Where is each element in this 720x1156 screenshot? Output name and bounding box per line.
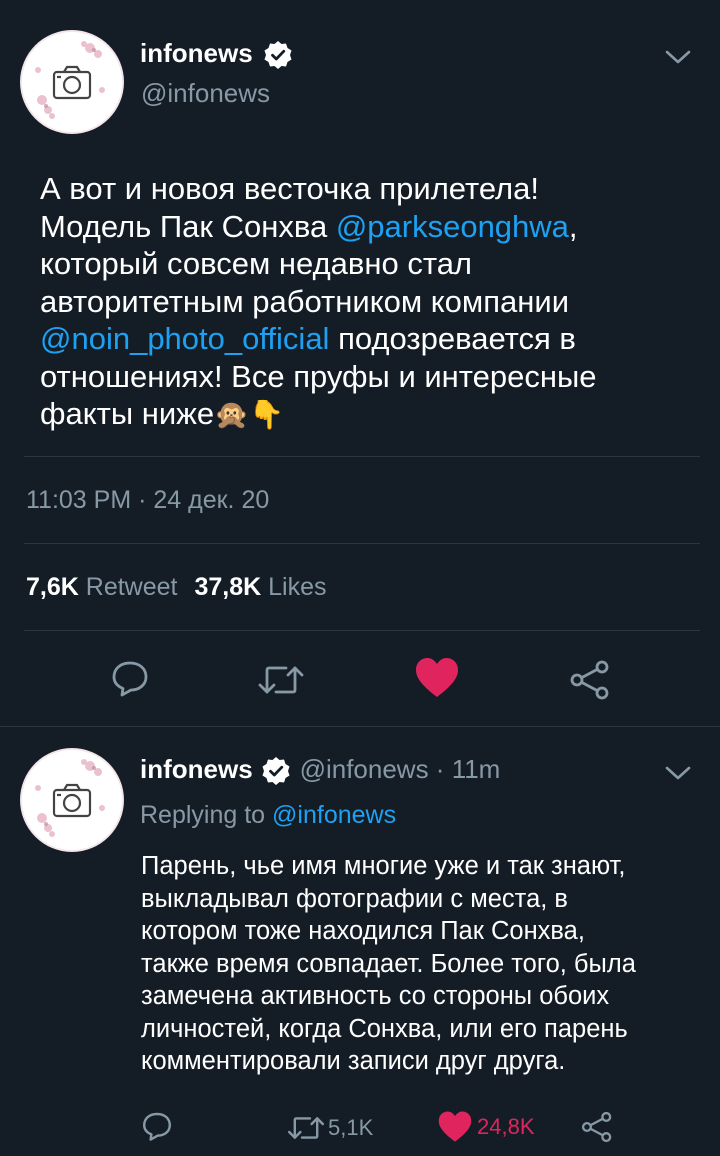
retweet-icon bbox=[258, 666, 304, 694]
reply-line: личностей, когда Сонхва, или его парень bbox=[141, 1014, 628, 1043]
tweet-line: Модель Пак Сонхва @parkseonghwa, bbox=[40, 208, 690, 246]
tweet-line: отношениях! Все пруфы и интересные bbox=[40, 358, 597, 394]
chevron-down-icon[interactable] bbox=[664, 48, 692, 71]
divider bbox=[24, 630, 700, 631]
tweet-line: факты ниже🙊👇 bbox=[40, 395, 690, 433]
author-block: infonews bbox=[140, 38, 293, 75]
heart-icon bbox=[438, 1111, 472, 1142]
reply-author-block: infonews @infonews · 11m bbox=[140, 754, 500, 791]
divider bbox=[0, 726, 720, 727]
share-button[interactable] bbox=[580, 1110, 614, 1144]
engagement-stats: 7,6K Retweet 37,8K Likes bbox=[26, 573, 326, 602]
like-button[interactable] bbox=[414, 656, 460, 700]
divider bbox=[24, 543, 700, 544]
share-icon bbox=[581, 1111, 612, 1143]
like-label[interactable]: Likes bbox=[268, 573, 326, 601]
tweet-line: авторитетным работником компании bbox=[40, 283, 570, 319]
chevron-down-icon[interactable] bbox=[664, 764, 692, 787]
tweet-line: А вот и новоя весточка прилетела! bbox=[40, 171, 539, 206]
tweet-timestamp[interactable]: 11:03 PM · 24 дек. 20 bbox=[26, 486, 269, 515]
like-count: 24,8K bbox=[477, 1114, 535, 1139]
retweet-icon bbox=[288, 1117, 324, 1139]
like-button[interactable]: 24,8K bbox=[437, 1110, 535, 1144]
retweet-button[interactable] bbox=[256, 660, 306, 700]
avatar[interactable] bbox=[20, 30, 124, 134]
retweet-count[interactable]: 7,6K bbox=[26, 573, 79, 601]
mention-link[interactable]: @parkseonghwa bbox=[336, 209, 569, 244]
reply-handle-time[interactable]: @infonews · 11m bbox=[300, 754, 501, 784]
reply-line: замечена активность со стороны обоих bbox=[141, 982, 610, 1010]
retweet-label[interactable]: Retweet bbox=[86, 573, 178, 601]
author-name[interactable]: infonews bbox=[140, 38, 253, 68]
retweet-button[interactable]: 5,1K bbox=[286, 1112, 373, 1144]
author-handle[interactable]: @infonews bbox=[141, 78, 270, 109]
pointing-down-emoji: 👇 bbox=[249, 399, 284, 430]
monkey-emoji: 🙊 bbox=[214, 399, 250, 430]
tweet-line: который совсем недавно стал bbox=[40, 246, 473, 281]
reply-text: Парень, чье имя многие уже и так знают, … bbox=[141, 850, 706, 1078]
reply-line: котором тоже находился Пак Сонхва, bbox=[141, 917, 585, 945]
replying-to-handle[interactable]: @infonews bbox=[272, 801, 396, 829]
reply-line: выкладывал фотографии с места, в bbox=[141, 884, 568, 913]
reply-line: комментировали записи друг друга. bbox=[141, 1047, 566, 1075]
reply-button[interactable] bbox=[141, 1110, 173, 1142]
verified-badge-icon bbox=[263, 40, 293, 75]
heart-icon bbox=[416, 658, 458, 697]
reply-line: Парень, чье имя многие уже и так знают, bbox=[141, 852, 626, 880]
tweet-text-segment: подозревается в bbox=[329, 321, 576, 356]
reply-icon bbox=[143, 1112, 171, 1141]
verified-badge-icon bbox=[261, 756, 291, 791]
tweet-line: @noin_photo_official подозревается в bbox=[40, 320, 690, 358]
camera-icon bbox=[22, 32, 122, 132]
reply-author-name[interactable]: infonews bbox=[140, 754, 253, 784]
reply-avatar[interactable] bbox=[20, 748, 124, 852]
share-button[interactable] bbox=[568, 658, 612, 702]
camera-icon bbox=[22, 750, 122, 850]
tweet-text: А вот и новоя весточка прилетела! Модель… bbox=[40, 170, 690, 433]
reply-line: также время совпадает. Более того, была bbox=[141, 949, 636, 978]
divider bbox=[24, 456, 700, 457]
reply-icon bbox=[112, 661, 148, 697]
share-icon bbox=[570, 660, 609, 700]
replying-to: Replying to @infonews bbox=[140, 801, 396, 830]
reply-button[interactable] bbox=[110, 658, 150, 698]
tweet-text-segment: , bbox=[568, 208, 578, 244]
replying-to-label: Replying to bbox=[140, 801, 273, 829]
tweet-text-segment: Модель Пак Сонхва bbox=[40, 208, 336, 244]
tweet-text-segment: факты ниже bbox=[40, 396, 215, 431]
mention-link[interactable]: @noin_photo_official bbox=[40, 321, 329, 356]
like-count[interactable]: 37,8K bbox=[194, 573, 261, 601]
retweet-count: 5,1K bbox=[328, 1115, 374, 1140]
